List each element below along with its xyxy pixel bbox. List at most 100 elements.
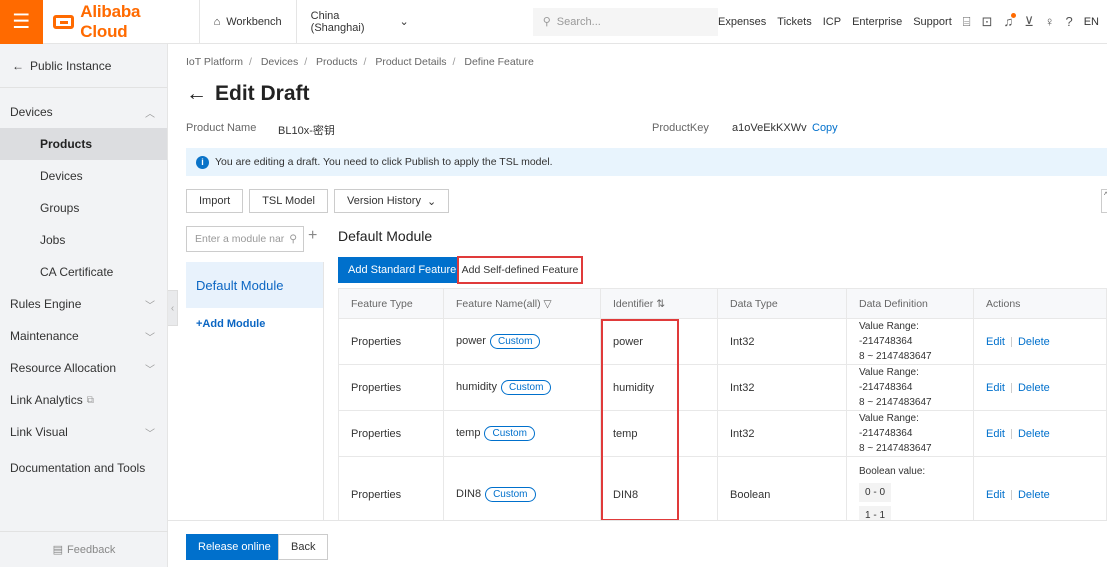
link-expenses[interactable]: Expenses (718, 16, 766, 28)
terminal-icon[interactable]: ⊡ (982, 14, 993, 30)
edit-link[interactable]: Edit (986, 428, 1005, 440)
add-standard-feature-button[interactable]: Add Standard Feature (338, 257, 467, 283)
chevron-down-icon: ﹀ (145, 300, 155, 312)
search-input[interactable]: ⚲ Search... (532, 7, 718, 36)
workbench-link[interactable]: ⌂ Workbench (200, 0, 297, 44)
cell-data-definition: Value Range: -214748364 8 ~ 2147483647 (846, 410, 974, 457)
sidebar-group-rules-engine[interactable]: Rules Engine ﹀ (0, 288, 167, 320)
sidebar-item-products[interactable]: Products (0, 128, 167, 160)
add-module-icon[interactable]: + (308, 227, 317, 245)
module-item-default[interactable]: Default Module (186, 262, 323, 308)
filter-icon[interactable]: ▽ (544, 298, 552, 310)
header-feature-name[interactable]: Feature Name(all) ▽ (443, 288, 601, 319)
sort-icon[interactable]: ⇅ (656, 298, 665, 310)
version-history-button[interactable]: Version History ⌄ (333, 189, 450, 213)
breadcrumb-item[interactable]: IoT Platform (186, 56, 243, 68)
lightbulb-icon[interactable]: ♀ (1045, 14, 1055, 29)
toolbar: Import TSL Model Version History ⌄ (186, 189, 450, 213)
header-data-type: Data Type (717, 288, 847, 319)
delete-link[interactable]: Delete (1018, 489, 1050, 501)
breadcrumb-item[interactable]: Product Details (375, 56, 446, 68)
arrow-left-icon: ← (12, 58, 24, 73)
back-to-public-instance[interactable]: ← Public Instance (0, 44, 167, 88)
region-selector[interactable]: China (Shanghai) ⌄ (297, 0, 423, 44)
breadcrumb: IoT Platform / Devices / Products / Product… (186, 56, 534, 68)
add-self-defined-feature-button[interactable]: Add Self-defined Feature (457, 256, 583, 284)
add-module-button[interactable]: +Add Module (186, 318, 323, 330)
product-key-value: a1oVeEkKXWv (732, 122, 807, 134)
breadcrumb-item-current: Define Feature (464, 56, 534, 68)
import-button[interactable]: Import (186, 189, 244, 213)
feedback-button[interactable]: ▤ Feedback (0, 531, 168, 567)
sidebar-item-groups[interactable]: Groups (0, 192, 167, 224)
sidebar-item-documentation[interactable]: Documentation and Tools (0, 452, 167, 484)
edit-link[interactable]: Edit (986, 382, 1005, 394)
alibaba-cloud-logo-icon (52, 14, 75, 29)
custom-tag: Custom (500, 380, 552, 395)
module-search-input[interactable]: Enter a module nar ⚲ (186, 226, 304, 252)
definition-line: Value Range: -214748364 (859, 367, 919, 393)
cell-data-type: Int32 (717, 318, 847, 365)
header-data-definition: Data Definition (846, 288, 974, 319)
sidebar-item-ca-certificate[interactable]: CA Certificate (0, 256, 167, 288)
chevron-down-icon: ﹀ (145, 364, 155, 376)
breadcrumb-item[interactable]: Devices (261, 56, 298, 68)
release-online-button[interactable]: Release online (186, 534, 283, 560)
header-label: Feature Name(all) (456, 297, 541, 310)
help-icon[interactable]: ? (1065, 14, 1072, 29)
arrow-left-icon[interactable]: ← (186, 82, 207, 106)
sidebar-item-jobs[interactable]: Jobs (0, 224, 167, 256)
delete-link[interactable]: Delete (1018, 428, 1050, 440)
header-identifier[interactable]: Identifier ⇅ (600, 288, 718, 319)
module-search-placeholder: Enter a module nar (195, 233, 285, 245)
table-row: Properties humidity Custom humidity Int32… (338, 364, 1107, 411)
sidebar-group-label: Resource Allocation (10, 361, 117, 375)
link-support[interactable]: Support (913, 16, 952, 28)
draft-notice: i You are editing a draft. You need to c… (186, 148, 1107, 176)
brand-logo[interactable]: Alibaba Cloud (43, 0, 200, 44)
chevron-down-icon: ﹀ (145, 428, 155, 440)
delete-link[interactable]: Delete (1018, 382, 1050, 394)
language-switch[interactable]: EN (1084, 16, 1099, 28)
sidebar-group-devices[interactable]: Devices ︿ (0, 96, 167, 128)
table-row: Properties power Custom power Int32 Value… (338, 318, 1107, 365)
sidebar-group-resource-allocation[interactable]: Resource Allocation ﹀ (0, 352, 167, 384)
info-icon: i (196, 155, 209, 169)
definition-line: 8 ~ 2147483647 (859, 397, 932, 408)
edit-link[interactable]: Edit (986, 336, 1005, 348)
edit-link[interactable]: Edit (986, 489, 1005, 501)
delete-link[interactable]: Delete (1018, 336, 1050, 348)
link-icp[interactable]: ICP (823, 16, 841, 28)
sidebar-item-link-analytics[interactable]: Link Analytics ⧉ (0, 384, 167, 416)
product-name-label: Product Name (186, 122, 257, 134)
sidebar-group-maintenance[interactable]: Maintenance ﹀ (0, 320, 167, 352)
version-history-label: Version History (346, 195, 421, 207)
custom-tag: Custom (485, 487, 536, 502)
brand-name: Alibaba Cloud (80, 1, 141, 41)
sidebar-group-label: Documentation and Tools (10, 461, 146, 475)
tsl-model-button[interactable]: TSL Model (249, 189, 328, 213)
sidebar-item-devices[interactable]: Devices (0, 160, 167, 192)
definition-line: 8 ~ 2147483647 (859, 351, 932, 362)
bell-icon[interactable]: ♫ (1003, 13, 1016, 29)
copy-link[interactable]: Copy (812, 122, 838, 134)
scroll-right-button[interactable]: ^ (1101, 189, 1107, 213)
header-feature-type: Feature Type (338, 288, 444, 319)
link-enterprise[interactable]: Enterprise (852, 16, 902, 28)
cell-feature-type: Properties (338, 364, 444, 411)
link-tickets[interactable]: Tickets (777, 16, 811, 28)
sidebar-group-label: Link Visual (10, 425, 68, 439)
breadcrumb-item[interactable]: Products (316, 56, 357, 68)
sidebar-group-link-visual[interactable]: Link Visual ﹀ (0, 416, 167, 448)
bool-value-0: 0 - 0 (859, 483, 892, 502)
definition-line: Value Range: -214748364 (859, 321, 919, 347)
feature-name: temp (456, 427, 481, 439)
code-icon[interactable]: ⌸ (963, 14, 971, 30)
menu-icon[interactable]: ☰ (0, 0, 43, 44)
home-icon: ⌂ (213, 15, 221, 28)
back-button[interactable]: Back (278, 534, 329, 560)
page-title: ← Edit Draft (186, 82, 310, 106)
cell-feature-name: power Custom (443, 318, 601, 365)
cart-icon[interactable]: ⊻ (1024, 14, 1034, 30)
cell-actions: Edit Delete (973, 410, 1107, 457)
